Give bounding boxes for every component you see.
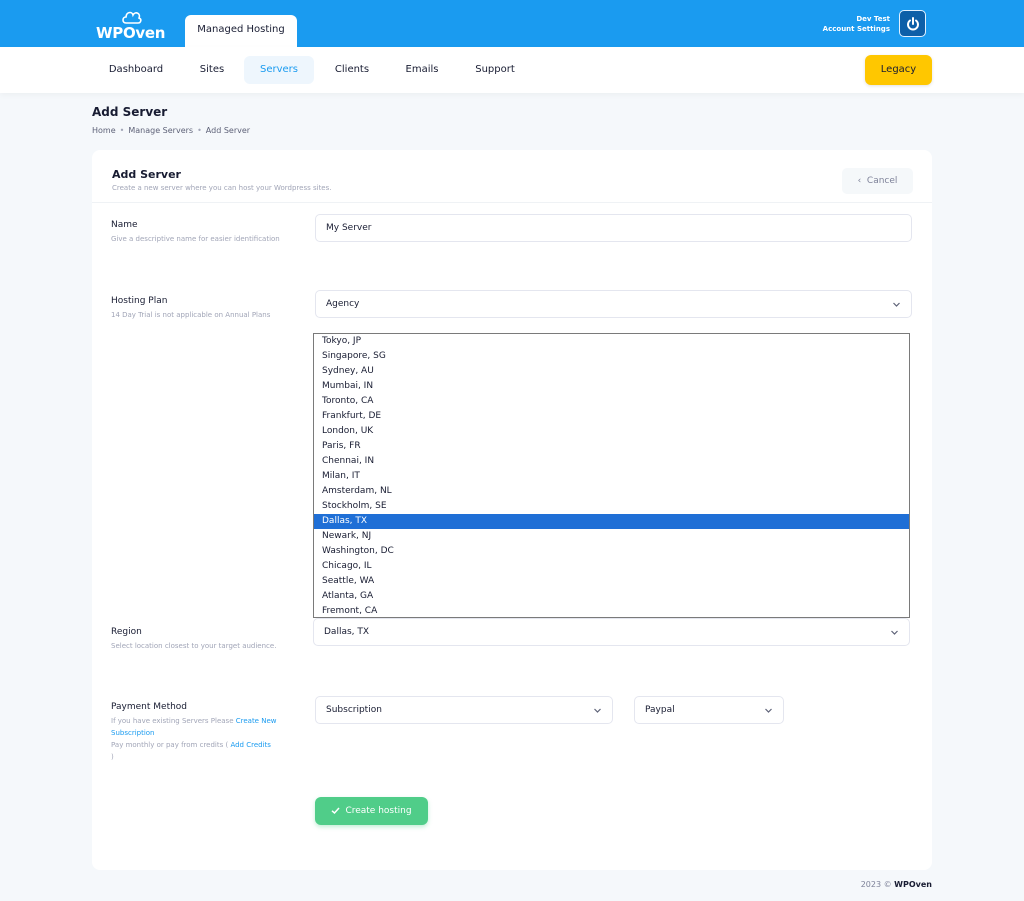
payment-method-help: If you have existing Servers Please Crea… — [111, 715, 311, 763]
payment-method-label: Payment Method — [111, 702, 188, 712]
nav-servers[interactable]: Servers — [244, 56, 314, 84]
card-title: Add Server — [112, 168, 181, 181]
check-icon — [331, 807, 340, 815]
add-credits-link[interactable]: Add Credits — [230, 741, 270, 749]
region-option[interactable]: Stockholm, SE — [314, 499, 909, 514]
breadcrumb: Home • Manage Servers • Add Server — [92, 126, 250, 135]
region-option[interactable]: Amsterdam, NL — [314, 484, 909, 499]
footer-copyright: 2023 © — [860, 880, 892, 889]
region-option[interactable]: Toronto, CA — [314, 394, 909, 409]
breadcrumb-home[interactable]: Home — [92, 126, 116, 135]
nav-sites[interactable]: Sites — [188, 56, 236, 84]
page-title: Add Server — [92, 105, 168, 119]
chevron-down-icon — [594, 708, 601, 713]
region-select[interactable]: Dallas, TX — [313, 618, 910, 646]
region-option[interactable]: Sydney, AU — [314, 364, 909, 379]
hosting-plan-value: Agency — [326, 299, 360, 309]
region-option[interactable]: Singapore, SG — [314, 349, 909, 364]
region-options-list[interactable]: Tokyo, JP Singapore, SG Sydney, AU Mumba… — [313, 333, 910, 618]
region-option[interactable]: Atlanta, GA — [314, 589, 909, 604]
payment-gateway-value: Paypal — [645, 705, 675, 715]
logo-text: WPOven — [96, 24, 166, 42]
region-option[interactable]: Chennai, IN — [314, 454, 909, 469]
region-option-selected[interactable]: Dallas, TX — [314, 514, 909, 529]
account-settings-link[interactable]: Account Settings — [823, 24, 890, 34]
region-option[interactable]: Chicago, IL — [314, 559, 909, 574]
card-divider — [92, 202, 932, 203]
payment-help-text: If you have existing Servers Please — [111, 717, 236, 725]
cancel-button[interactable]: ‹ Cancel — [842, 168, 913, 194]
footer-brand[interactable]: WPOven — [894, 880, 932, 889]
account-user-name: Dev Test — [856, 15, 890, 23]
payment-gateway-select[interactable]: Paypal — [634, 696, 784, 724]
cancel-label: Cancel — [866, 176, 898, 186]
breadcrumb-separator: • — [197, 126, 202, 135]
chevron-left-icon: ‹ — [857, 176, 862, 186]
region-option[interactable]: Tokyo, JP — [314, 334, 909, 349]
region-option[interactable]: Mumbai, IN — [314, 379, 909, 394]
region-option[interactable]: Frankfurt, DE — [314, 409, 909, 424]
credits-help-text: Pay monthly or pay from credits ( — [111, 741, 231, 749]
footer: 2023 © WPOven — [861, 880, 932, 889]
region-option[interactable]: Milan, IT — [314, 469, 909, 484]
tab-managed-hosting[interactable]: Managed Hosting — [185, 15, 297, 47]
region-option[interactable]: Fremont, CA — [314, 604, 909, 617]
nav-support[interactable]: Support — [464, 56, 526, 84]
card-subtitle: Create a new server where you can host y… — [112, 184, 332, 192]
create-hosting-label: Create hosting — [345, 806, 412, 816]
region-value: Dallas, TX — [324, 627, 370, 637]
hosting-plan-help: 14 Day Trial is not applicable on Annual… — [111, 311, 271, 319]
breadcrumb-manage-servers[interactable]: Manage Servers — [128, 126, 193, 135]
main-nav: Dashboard Sites Servers Clients Emails S… — [0, 47, 1024, 93]
region-help: Select location closest to your target a… — [111, 642, 277, 650]
hosting-plan-select[interactable]: Agency — [315, 290, 912, 318]
top-bar: WPOven Managed Hosting Dev Test Account … — [0, 0, 1024, 47]
region-option[interactable]: Seattle, WA — [314, 574, 909, 589]
breadcrumb-current: Add Server — [205, 126, 251, 135]
chevron-down-icon — [765, 708, 772, 713]
region-label: Region — [111, 627, 142, 637]
hosting-plan-label: Hosting Plan — [111, 296, 168, 306]
nav-emails[interactable]: Emails — [394, 56, 450, 84]
nav-clients[interactable]: Clients — [322, 56, 382, 84]
credits-help-close: ) — [111, 753, 114, 761]
region-option[interactable]: Newark, NJ — [314, 529, 909, 544]
breadcrumb-separator: • — [119, 126, 125, 135]
account-menu[interactable]: Dev Test Account Settings — [823, 14, 890, 34]
payment-method-value: Subscription — [326, 705, 382, 715]
power-glyph-icon — [906, 16, 919, 30]
wpoven-logo[interactable]: WPOven — [96, 8, 166, 42]
payment-method-select[interactable]: Subscription — [315, 696, 613, 724]
chevron-down-icon — [891, 630, 898, 635]
region-option[interactable]: London, UK — [314, 424, 909, 439]
name-label: Name — [111, 220, 138, 230]
region-option[interactable]: Washington, DC — [314, 544, 909, 559]
legacy-button[interactable]: Legacy — [865, 55, 932, 85]
server-name-input[interactable]: My Server — [315, 214, 912, 242]
create-hosting-button[interactable]: Create hosting — [315, 797, 428, 825]
name-help: Give a descriptive name for easier ident… — [111, 235, 280, 243]
power-icon[interactable] — [899, 10, 926, 37]
nav-dashboard[interactable]: Dashboard — [95, 56, 177, 84]
region-option[interactable]: Paris, FR — [314, 439, 909, 454]
chevron-down-icon — [893, 302, 900, 307]
